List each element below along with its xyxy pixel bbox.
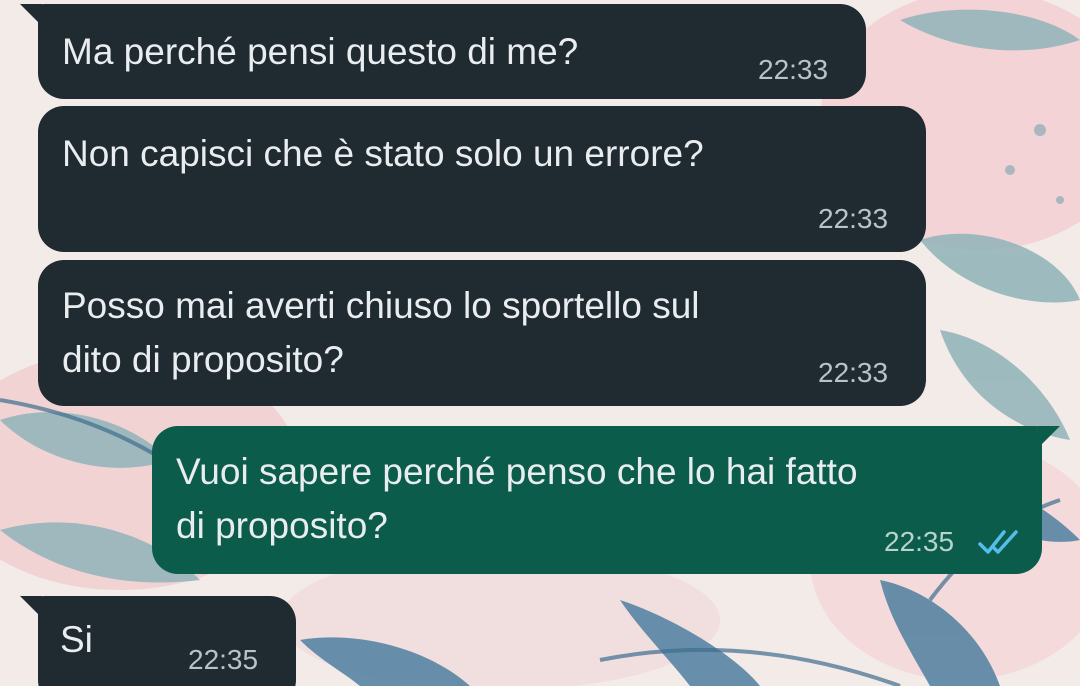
message-text: Si bbox=[60, 619, 93, 660]
message-timestamp: 22:33 bbox=[818, 357, 889, 388]
message-timestamp: 22:33 bbox=[818, 203, 889, 234]
message-text-line: Posso mai averti chiuso lo sportello sul bbox=[62, 285, 700, 326]
bubble-tail bbox=[20, 4, 42, 26]
message-text-line: Vuoi sapere perché penso che lo hai fatt… bbox=[176, 451, 858, 492]
message-timestamp: 22:35 bbox=[188, 644, 259, 675]
message-text-line: di proposito? bbox=[176, 505, 388, 546]
message-text: Ma perché pensi questo di me? bbox=[62, 31, 579, 72]
message-bubble-incoming[interactable]: Si 22:35 bbox=[20, 596, 296, 686]
bubble-tail bbox=[1038, 426, 1060, 448]
message-bubble-outgoing[interactable]: Vuoi sapere perché penso che lo hai fatt… bbox=[152, 426, 1060, 574]
message-timestamp: 22:33 bbox=[758, 54, 829, 85]
message-bubble-incoming[interactable]: Non capisci che è stato solo un errore? … bbox=[38, 106, 926, 252]
message-bubble-incoming[interactable]: Ma perché pensi questo di me? 22:33 bbox=[20, 4, 866, 99]
double-check-read-icon bbox=[978, 530, 1018, 554]
message-bubble-incoming[interactable]: Posso mai averti chiuso lo sportello sul… bbox=[38, 260, 926, 406]
message-text-line: dito di proposito? bbox=[62, 339, 344, 380]
bubble-tail bbox=[20, 596, 42, 618]
message-timestamp: 22:35 bbox=[884, 526, 955, 557]
message-text: Non capisci che è stato solo un errore? bbox=[62, 133, 704, 174]
